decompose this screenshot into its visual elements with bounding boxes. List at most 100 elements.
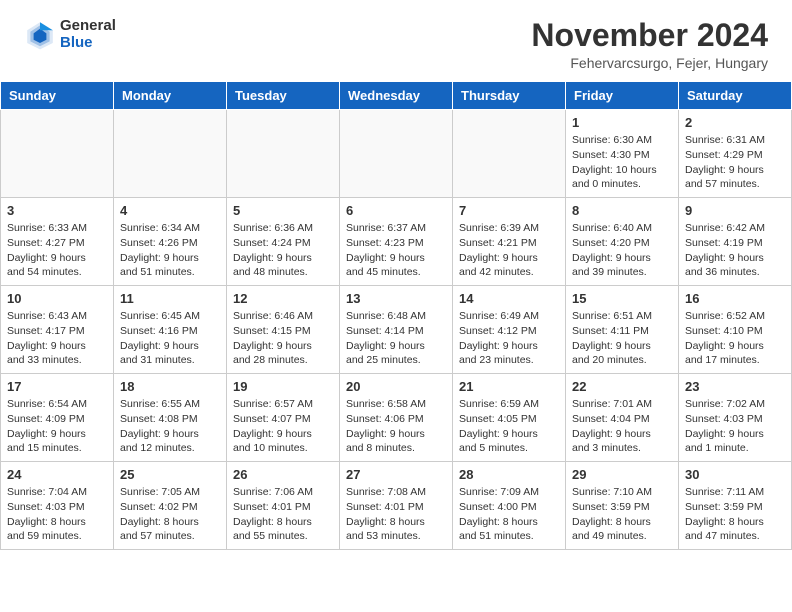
calendar-cell: 3 Sunrise: 6:33 AMSunset: 4:27 PMDaylight…: [1, 198, 114, 286]
title-block: November 2024 Fehervarcsurgo, Fejer, Hun…: [531, 18, 768, 71]
day-number: 21: [459, 379, 559, 394]
calendar-cell: [453, 110, 566, 198]
day-info: Sunrise: 6:39 AMSunset: 4:21 PMDaylight:…: [459, 221, 559, 280]
calendar-cell: 18Sunrise: 6:55 AMSunset: 4:08 PMDayligh…: [114, 374, 227, 462]
calendar-cell: 8 Sunrise: 6:40 AMSunset: 4:20 PMDaylight…: [566, 198, 679, 286]
calendar-cell: 26 Sunrise: 7:06 AMSunset: 4:01 PMDayligh…: [227, 462, 340, 550]
calendar-cell: 29Sunrise: 7:10 AMSunset: 3:59 PMDayligh…: [566, 462, 679, 550]
calendar-week-3: 10 Sunrise: 6:43 AMSunset: 4:17 PMDayligh…: [1, 286, 792, 374]
calendar-cell: 25 Sunrise: 7:05 AMSunset: 4:02 PMDayligh…: [114, 462, 227, 550]
calendar-cell: 16 Sunrise: 6:52 AMSunset: 4:10 PMDayligh…: [679, 286, 792, 374]
day-info: Sunrise: 6:37 AMSunset: 4:23 PMDaylight:…: [346, 221, 446, 280]
day-number: 11: [120, 291, 220, 306]
day-number: 17: [7, 379, 107, 394]
calendar-cell: 30Sunrise: 7:11 AMSunset: 3:59 PMDayligh…: [679, 462, 792, 550]
calendar-cell: 24 Sunrise: 7:04 AMSunset: 4:03 PMDayligh…: [1, 462, 114, 550]
day-info: Sunrise: 6:49 AMSunset: 4:12 PMDaylight:…: [459, 309, 559, 368]
day-number: 23: [685, 379, 785, 394]
header: General Blue November 2024 Fehervarcsurg…: [0, 0, 792, 81]
day-number: 12: [233, 291, 333, 306]
calendar-cell: 15 Sunrise: 6:51 AMSunset: 4:11 PMDayligh…: [566, 286, 679, 374]
calendar-cell: 1 Sunrise: 6:30 AMSunset: 4:30 PMDaylight…: [566, 110, 679, 198]
day-info: Sunrise: 7:04 AMSunset: 4:03 PMDaylight:…: [7, 485, 107, 544]
day-number: 27: [346, 467, 446, 482]
day-info: Sunrise: 7:02 AMSunset: 4:03 PMDaylight:…: [685, 397, 785, 456]
day-number: 20: [346, 379, 446, 394]
calendar-cell: [227, 110, 340, 198]
day-number: 10: [7, 291, 107, 306]
day-info: Sunrise: 6:40 AMSunset: 4:20 PMDaylight:…: [572, 221, 672, 280]
calendar-cell: 22Sunrise: 7:01 AMSunset: 4:04 PMDayligh…: [566, 374, 679, 462]
calendar-week-2: 3 Sunrise: 6:33 AMSunset: 4:27 PMDaylight…: [1, 198, 792, 286]
day-number: 1: [572, 115, 672, 130]
day-number: 13: [346, 291, 446, 306]
month-title: November 2024: [531, 18, 768, 53]
day-info: Sunrise: 7:09 AMSunset: 4:00 PMDaylight:…: [459, 485, 559, 544]
day-number: 25: [120, 467, 220, 482]
weekday-header-row: SundayMondayTuesdayWednesdayThursdayFrid…: [1, 82, 792, 110]
day-info: Sunrise: 6:54 AMSunset: 4:09 PMDaylight:…: [7, 397, 107, 456]
weekday-header-saturday: Saturday: [679, 82, 792, 110]
day-number: 8: [572, 203, 672, 218]
calendar-cell: 11 Sunrise: 6:45 AMSunset: 4:16 PMDayligh…: [114, 286, 227, 374]
day-number: 15: [572, 291, 672, 306]
day-number: 26: [233, 467, 333, 482]
day-info: Sunrise: 6:31 AMSunset: 4:29 PMDaylight:…: [685, 133, 785, 192]
day-number: 19: [233, 379, 333, 394]
day-info: Sunrise: 6:30 AMSunset: 4:30 PMDaylight:…: [572, 133, 672, 192]
day-info: Sunrise: 6:42 AMSunset: 4:19 PMDaylight:…: [685, 221, 785, 280]
weekday-header-friday: Friday: [566, 82, 679, 110]
location: Fehervarcsurgo, Fejer, Hungary: [531, 55, 768, 71]
calendar-week-4: 17 Sunrise: 6:54 AMSunset: 4:09 PMDayligh…: [1, 374, 792, 462]
calendar-cell: [114, 110, 227, 198]
weekday-header-tuesday: Tuesday: [227, 82, 340, 110]
calendar-cell: [1, 110, 114, 198]
day-info: Sunrise: 6:45 AMSunset: 4:16 PMDaylight:…: [120, 309, 220, 368]
day-number: 9: [685, 203, 785, 218]
calendar-cell: 10 Sunrise: 6:43 AMSunset: 4:17 PMDayligh…: [1, 286, 114, 374]
day-info: Sunrise: 7:06 AMSunset: 4:01 PMDaylight:…: [233, 485, 333, 544]
logo-blue: Blue: [60, 35, 116, 52]
day-number: 3: [7, 203, 107, 218]
day-info: Sunrise: 6:46 AMSunset: 4:15 PMDaylight:…: [233, 309, 333, 368]
logo-icon: [24, 19, 56, 51]
day-number: 29: [572, 467, 672, 482]
day-info: Sunrise: 6:43 AMSunset: 4:17 PMDaylight:…: [7, 309, 107, 368]
day-number: 14: [459, 291, 559, 306]
day-number: 16: [685, 291, 785, 306]
calendar-cell: 7 Sunrise: 6:39 AMSunset: 4:21 PMDaylight…: [453, 198, 566, 286]
day-info: Sunrise: 6:36 AMSunset: 4:24 PMDaylight:…: [233, 221, 333, 280]
day-number: 4: [120, 203, 220, 218]
calendar-cell: 12 Sunrise: 6:46 AMSunset: 4:15 PMDayligh…: [227, 286, 340, 374]
day-number: 24: [7, 467, 107, 482]
day-info: Sunrise: 7:05 AMSunset: 4:02 PMDaylight:…: [120, 485, 220, 544]
day-info: Sunrise: 6:55 AMSunset: 4:08 PMDaylight:…: [120, 397, 220, 456]
calendar-cell: 27 Sunrise: 7:08 AMSunset: 4:01 PMDayligh…: [340, 462, 453, 550]
calendar-cell: 4Sunrise: 6:34 AMSunset: 4:26 PMDaylight…: [114, 198, 227, 286]
calendar-cell: 17 Sunrise: 6:54 AMSunset: 4:09 PMDayligh…: [1, 374, 114, 462]
day-info: Sunrise: 6:52 AMSunset: 4:10 PMDaylight:…: [685, 309, 785, 368]
calendar-cell: [340, 110, 453, 198]
calendar-table: SundayMondayTuesdayWednesdayThursdayFrid…: [0, 81, 792, 550]
day-info: Sunrise: 6:48 AMSunset: 4:14 PMDaylight:…: [346, 309, 446, 368]
calendar-cell: 20Sunrise: 6:58 AMSunset: 4:06 PMDayligh…: [340, 374, 453, 462]
day-info: Sunrise: 7:08 AMSunset: 4:01 PMDaylight:…: [346, 485, 446, 544]
day-info: Sunrise: 7:01 AMSunset: 4:04 PMDaylight:…: [572, 397, 672, 456]
day-number: 2: [685, 115, 785, 130]
calendar-cell: 19 Sunrise: 6:57 AMSunset: 4:07 PMDayligh…: [227, 374, 340, 462]
logo-general: General: [60, 18, 116, 35]
calendar-cell: 2 Sunrise: 6:31 AMSunset: 4:29 PMDaylight…: [679, 110, 792, 198]
day-info: Sunrise: 6:57 AMSunset: 4:07 PMDaylight:…: [233, 397, 333, 456]
day-number: 5: [233, 203, 333, 218]
calendar-cell: 14 Sunrise: 6:49 AMSunset: 4:12 PMDayligh…: [453, 286, 566, 374]
day-info: Sunrise: 6:33 AMSunset: 4:27 PMDaylight:…: [7, 221, 107, 280]
weekday-header-monday: Monday: [114, 82, 227, 110]
calendar-cell: 21 Sunrise: 6:59 AMSunset: 4:05 PMDayligh…: [453, 374, 566, 462]
day-info: Sunrise: 6:51 AMSunset: 4:11 PMDaylight:…: [572, 309, 672, 368]
calendar-week-5: 24 Sunrise: 7:04 AMSunset: 4:03 PMDayligh…: [1, 462, 792, 550]
day-info: Sunrise: 6:59 AMSunset: 4:05 PMDaylight:…: [459, 397, 559, 456]
weekday-header-sunday: Sunday: [1, 82, 114, 110]
logo-text: General Blue: [60, 18, 116, 51]
calendar-cell: 9 Sunrise: 6:42 AMSunset: 4:19 PMDaylight…: [679, 198, 792, 286]
day-number: 7: [459, 203, 559, 218]
